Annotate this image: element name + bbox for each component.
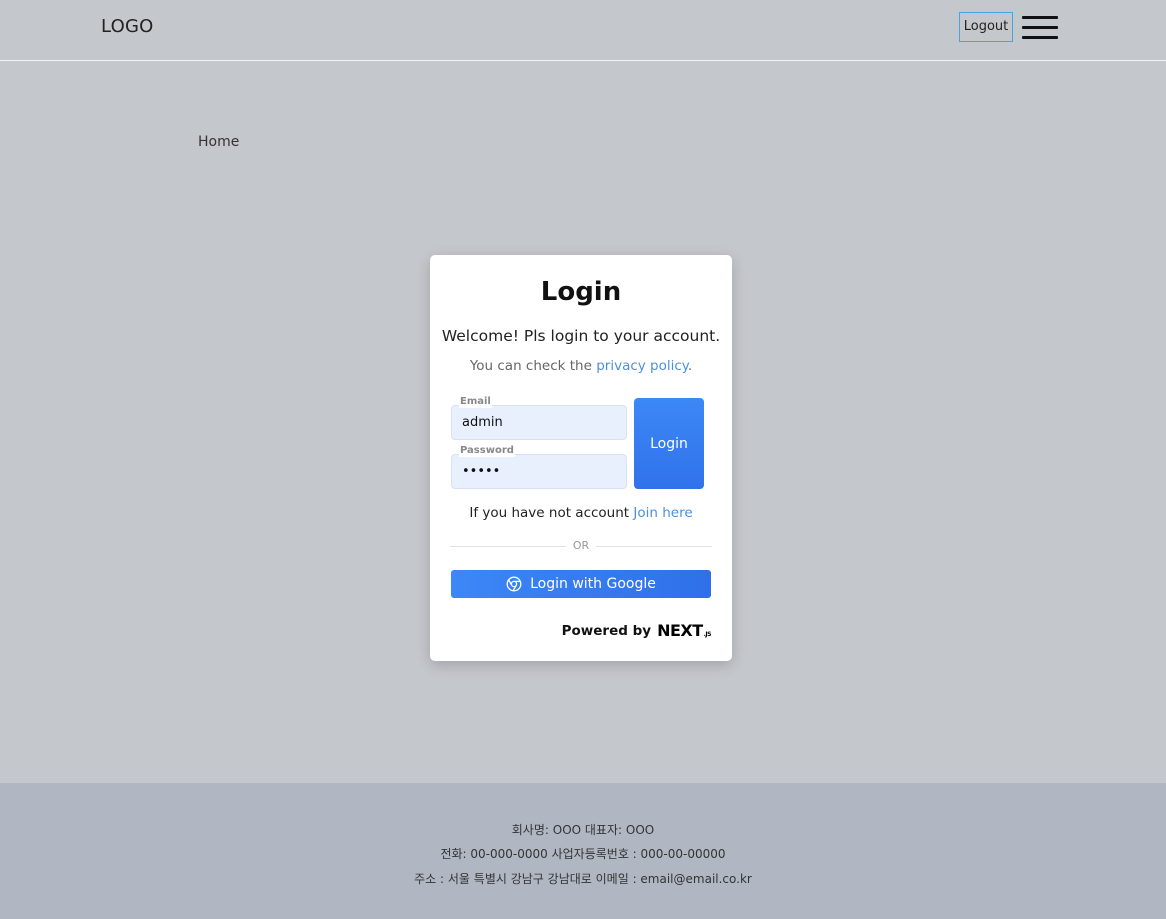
policy-suffix: . [687, 358, 693, 374]
privacy-policy-link[interactable]: privacy policy [596, 358, 688, 374]
password-label: Password [459, 445, 515, 457]
login-card: Login Welcome! Pls login to your account… [430, 255, 732, 661]
or-divider: OR [450, 539, 712, 553]
password-field-wrap: Password [451, 445, 627, 489]
email-field-wrap: Email [451, 396, 627, 440]
nextjs-logo-suffix: .JS [703, 631, 712, 638]
logo[interactable]: LOGO [101, 16, 153, 37]
welcome-text: Welcome! Pls login to your account. [441, 327, 721, 345]
footer: 회사명: OOO 대표자: OOO 전화: 00-000-0000 사업자등록번… [0, 783, 1166, 919]
nextjs-logo: NEXT .JS [657, 621, 711, 640]
email-field[interactable] [451, 405, 627, 440]
or-text: OR [572, 539, 590, 552]
google-login-button[interactable]: Login with Google [451, 570, 711, 598]
footer-company: 회사명: OOO 대표자: OOO [511, 823, 655, 837]
policy-prefix: You can check the [469, 358, 597, 374]
nextjs-logo-text: NEXT [657, 621, 703, 640]
powered-by: Powered by NEXT .JS [561, 621, 712, 640]
policy-text: You can check the privacy policy. [430, 358, 732, 374]
header: LOGO Logout [0, 0, 1166, 61]
join-here-link[interactable]: Join here [633, 505, 692, 521]
powered-by-text: Powered by [561, 622, 652, 639]
join-text: If you have not account Join here [430, 505, 732, 521]
login-button[interactable]: Login [634, 398, 704, 489]
divider-line-right [596, 546, 712, 547]
join-prefix: If you have not account [469, 505, 634, 521]
divider-line-left [450, 546, 566, 547]
chrome-icon [506, 576, 522, 592]
logout-button[interactable]: Logout [959, 12, 1013, 42]
email-label: Email [459, 396, 492, 408]
footer-phone: 전화: 00-000-0000 사업자등록번호 : 000-00-00000 [440, 847, 726, 861]
breadcrumb-home[interactable]: Home [198, 134, 239, 150]
hamburger-icon[interactable] [1022, 16, 1058, 40]
password-field[interactable] [451, 454, 627, 489]
login-title: Login [540, 277, 622, 307]
footer-address: 주소 : 서울 특별시 강남구 강남대로 이메일 : email@email.c… [414, 872, 752, 886]
google-login-label: Login with Google [530, 576, 656, 592]
